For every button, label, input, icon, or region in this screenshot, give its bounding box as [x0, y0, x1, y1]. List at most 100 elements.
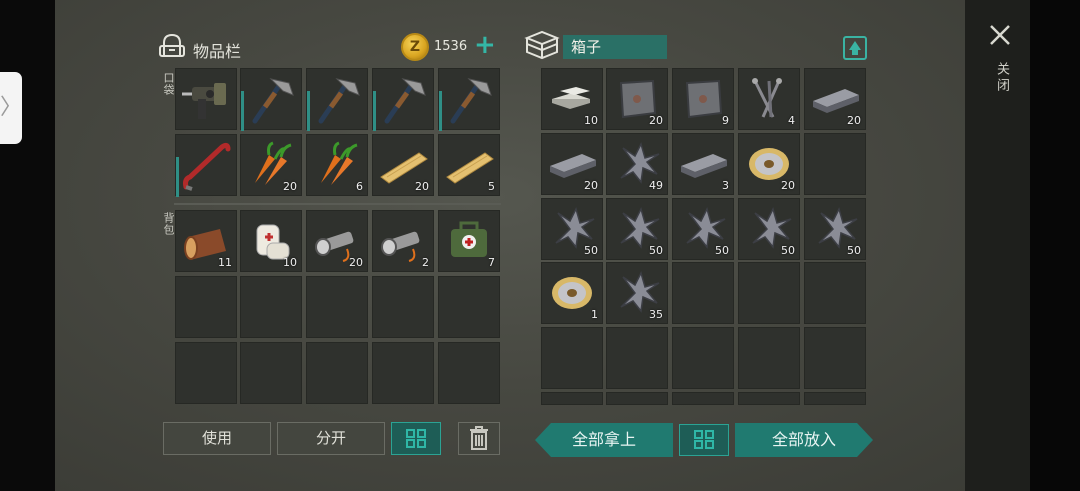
- box-slot[interactable]: [804, 133, 866, 195]
- item-quantity: 5: [488, 180, 495, 193]
- box-slot[interactable]: [541, 392, 603, 405]
- box-upload-icon[interactable]: [843, 36, 867, 60]
- backpack-slot[interactable]: 10: [240, 210, 302, 272]
- section-divider: [174, 203, 501, 205]
- box-slot[interactable]: [672, 327, 734, 389]
- take-all-button[interactable]: 全部拿上: [535, 423, 673, 457]
- side-drawer-tab[interactable]: 〉: [0, 72, 22, 144]
- box-slot[interactable]: 4: [738, 68, 800, 130]
- grid-icon: [406, 429, 426, 448]
- item-quantity: 20: [781, 179, 795, 192]
- box-slot[interactable]: 1: [541, 262, 603, 324]
- box-slot[interactable]: [738, 262, 800, 324]
- box-icon: [524, 30, 560, 60]
- backpack-slot[interactable]: [438, 276, 500, 338]
- sort-button[interactable]: [391, 422, 441, 455]
- box-slot[interactable]: 49: [606, 133, 668, 195]
- item-quantity: 11: [218, 256, 232, 269]
- box-sort-button[interactable]: [679, 424, 729, 456]
- box-slot[interactable]: [804, 262, 866, 324]
- hatchet-icon: [318, 78, 360, 124]
- pocket-slot[interactable]: [438, 68, 500, 131]
- box-slot[interactable]: 20: [738, 133, 800, 195]
- box-slot[interactable]: [606, 327, 668, 389]
- backpack-slot[interactable]: [306, 342, 368, 404]
- screen-edge: [1030, 0, 1080, 491]
- pocket-slot[interactable]: [240, 68, 302, 131]
- box-slot[interactable]: 50: [606, 198, 668, 260]
- backpack-slot[interactable]: 7: [438, 210, 500, 272]
- use-button[interactable]: 使用: [163, 422, 271, 455]
- item-quantity: 50: [781, 244, 795, 257]
- item-quantity: 49: [649, 179, 663, 192]
- add-coins-button[interactable]: +: [474, 30, 496, 60]
- box-slot[interactable]: 50: [804, 198, 866, 260]
- backpack-icon: [159, 33, 185, 57]
- trash-button[interactable]: [458, 422, 500, 455]
- box-slot[interactable]: [606, 392, 668, 405]
- backpack-slot[interactable]: [240, 342, 302, 404]
- box-slot[interactable]: 35: [606, 262, 668, 324]
- item-quantity: 10: [584, 114, 598, 127]
- item-quantity: 35: [649, 308, 663, 321]
- backpack-slot[interactable]: [175, 342, 237, 404]
- box-slot[interactable]: 9: [672, 68, 734, 130]
- pocket-slot[interactable]: [306, 68, 368, 131]
- pocket-slot[interactable]: 6: [306, 134, 368, 196]
- item-quantity: 6: [356, 180, 363, 193]
- backpack-slot[interactable]: [372, 342, 434, 404]
- item-quantity: 20: [649, 114, 663, 127]
- backpack-slot[interactable]: [175, 276, 237, 338]
- backpack-slot[interactable]: 2: [372, 210, 434, 272]
- backpack-slot[interactable]: [438, 342, 500, 404]
- box-slot[interactable]: 3: [672, 133, 734, 195]
- pocket-slot[interactable]: [175, 134, 237, 197]
- trash-icon: [470, 426, 488, 450]
- backpack-slot[interactable]: [306, 276, 368, 338]
- backpack-slot[interactable]: 11: [175, 210, 237, 272]
- box-slot[interactable]: 20: [804, 68, 866, 130]
- item-quantity: 20: [847, 114, 861, 127]
- box-slot[interactable]: [738, 327, 800, 389]
- item-quantity: 10: [283, 256, 297, 269]
- put-all-button[interactable]: 全部放入: [735, 423, 873, 457]
- backpack-slot[interactable]: [240, 276, 302, 338]
- item-quantity: 20: [584, 179, 598, 192]
- box-slot[interactable]: [541, 327, 603, 389]
- box-slot[interactable]: 50: [738, 198, 800, 260]
- pocket-slot[interactable]: [372, 68, 434, 131]
- pocket-slot[interactable]: 20: [240, 134, 302, 196]
- item-quantity: 50: [649, 244, 663, 257]
- box-slot[interactable]: [804, 327, 866, 389]
- split-button[interactable]: 分开: [277, 422, 385, 455]
- pocket-slot[interactable]: 20: [372, 134, 434, 196]
- hatchet-icon: [384, 78, 426, 124]
- close-label[interactable]: 关闭: [992, 62, 1011, 94]
- box-slot[interactable]: 20: [541, 133, 603, 195]
- backpack-slot[interactable]: 20: [306, 210, 368, 272]
- hatchet-icon: [450, 78, 492, 124]
- box-slot[interactable]: 50: [672, 198, 734, 260]
- backpack-slot[interactable]: [372, 276, 434, 338]
- item-quantity: 1: [591, 308, 598, 321]
- box-slot[interactable]: 10: [541, 68, 603, 130]
- hatchet-icon: [252, 78, 294, 124]
- box-slot[interactable]: 20: [606, 68, 668, 130]
- box-slot[interactable]: [738, 392, 800, 405]
- item-quantity: 50: [847, 244, 861, 257]
- grid-icon: [694, 430, 714, 449]
- box-title: 箱子: [563, 35, 667, 59]
- inventory-title: 物品栏: [193, 42, 242, 61]
- item-quantity: 50: [584, 244, 598, 257]
- close-icon[interactable]: [989, 24, 1011, 46]
- item-quantity: 20: [415, 180, 429, 193]
- box-slot[interactable]: [804, 392, 866, 405]
- pocket-slot[interactable]: [175, 68, 237, 130]
- pocket-slot[interactable]: 5: [438, 134, 500, 196]
- box-slot[interactable]: [672, 262, 734, 324]
- coin-icon: Z: [401, 33, 429, 61]
- box-slot[interactable]: 50: [541, 198, 603, 260]
- pocket-label: 口袋: [162, 72, 175, 96]
- box-slot[interactable]: [672, 392, 734, 405]
- item-quantity: 20: [283, 180, 297, 193]
